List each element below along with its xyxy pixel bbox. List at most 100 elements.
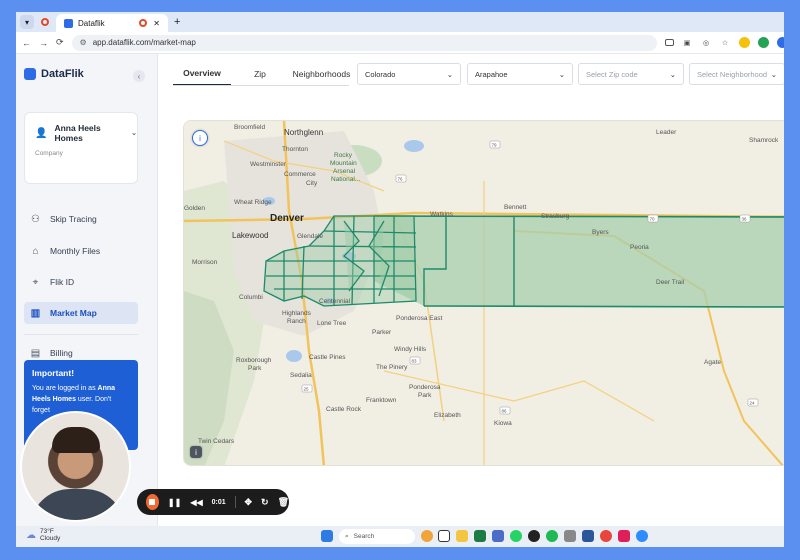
sidebar-divider [24,334,138,335]
territory-area [374,216,784,307]
label-lone-tree: Lone Tree [317,320,347,327]
chrome-icon[interactable] [600,530,612,542]
settings-icon[interactable] [564,530,576,542]
chevron-down-icon: ⌄ [770,69,777,79]
sidebar-item-monthly-files[interactable]: ⌂ Monthly Files [24,240,138,262]
whatsapp-icon[interactable] [510,530,522,542]
webcam-bubble[interactable] [20,411,131,522]
tab-dataflik[interactable]: Dataflik ✕ [56,14,168,32]
zip-select[interactable]: Select Zip code ⌄ [578,63,684,85]
sidebar-item-label: Skip Tracing [50,214,97,224]
map-info-small-button[interactable]: i [190,446,202,458]
route-label: 70 [650,217,656,222]
delete-icon[interactable]: 🗑 [278,497,289,508]
view-tabs: Overview Zip Neighborhoods [173,62,354,86]
tab-list-button[interactable]: ▾ [20,15,34,29]
rewind-icon[interactable]: ◀◀ [190,498,202,507]
label-broomfield: Broomfield [234,124,265,131]
neighborhood-select[interactable]: Select Neighborhood ⌄ [689,63,784,85]
temperature: 73°F [40,528,54,535]
pause-icon[interactable]: ❚❚ [168,498,181,507]
restart-icon[interactable]: ↻ [261,497,269,508]
task-view-icon[interactable] [438,530,450,542]
account-name: Anna Heels Homes [54,123,101,143]
reload-icon[interactable]: ⟳ [56,37,64,48]
brand-name: DataFlik [41,68,84,80]
dataflik-favicon [64,18,73,28]
windows-start-icon[interactable] [321,530,333,542]
collapse-sidebar-button[interactable]: ‹ [133,70,145,82]
map-canvas[interactable]: Broomfield Northglenn Thornton Westminst… [184,121,784,466]
label-mountain: Mountain [330,160,357,167]
cast-icon[interactable] [664,39,674,46]
label-arsenal: Arsenal [333,168,356,175]
county-value: Arapahoe [475,69,508,79]
widgets-icon[interactable] [421,530,433,542]
users-icon: ⚇ [31,213,40,225]
label-ponderosa-park: Park [418,392,432,399]
brand-logo[interactable]: DataFlik [24,68,84,80]
label-deer-trail: Deer Trail [656,279,685,286]
label-leader: Leader [656,129,677,136]
word-icon[interactable] [582,530,594,542]
label-ponderosa-east: Ponderosa East [396,315,442,322]
screenshot-icon[interactable]: ▣ [682,37,693,48]
site-info-icon[interactable]: ⚙ [80,38,87,47]
file-explorer-icon[interactable] [456,530,468,542]
label-peoria: Peoria [630,244,649,251]
bookmark-star-icon[interactable]: ☆ [720,37,731,48]
sidebar-item-skip-tracing[interactable]: ⚇ Skip Tracing [24,208,138,230]
sidebar-item-flik-id[interactable]: ⌖ Flik ID [24,271,138,293]
sidebar-item-market-map[interactable]: ▥ Market Map [24,302,138,324]
label-bennett: Bennett [504,204,527,211]
chevron-down-icon: ⌄ [558,69,565,79]
lake [286,350,302,362]
tab-close-icon[interactable]: ✕ [153,19,160,28]
excel-icon[interactable] [474,530,486,542]
slack-icon[interactable] [618,530,630,542]
notice-text: You are logged in as [32,385,96,392]
account-selector[interactable]: 👤 Anna Heels Homes ⌄ [35,123,137,143]
phone-link-icon[interactable] [492,530,504,542]
stop-recording-button[interactable] [146,494,159,510]
separator [234,496,236,508]
drag-handle-icon[interactable]: ✥ [244,497,252,508]
label-centennial: Centennial [319,298,351,305]
webcam-person [52,427,100,453]
forward-icon[interactable]: → [39,38,48,48]
back-icon[interactable]: ← [22,38,31,48]
url-field[interactable]: ⚙ app.dataflik.com/market-map [71,34,657,51]
address-bar-row: ← → ⟳ ⚙ app.dataflik.com/market-map ▣ ◎ … [16,32,784,54]
sidebar-item-label: Flik ID [50,277,75,287]
account-card[interactable]: 👤 Anna Heels Homes ⌄ Company [24,112,138,184]
tab-title: Dataflik [78,18,105,28]
ext-shield-icon[interactable] [776,37,784,48]
label-elizabeth: Elizabeth [434,412,461,419]
app-dark-icon[interactable] [528,530,540,542]
tab-zip[interactable]: Zip [231,62,289,86]
ext-green-icon[interactable] [757,37,769,48]
id-icon: ⌖ [32,276,39,288]
weather-condition: Cloudy [40,535,61,542]
user-icon: 👤 [35,127,48,139]
county-select[interactable]: Arapahoe ⌄ [467,63,573,85]
home-icon: ⌂ [32,245,39,257]
zoom-icon[interactable] [636,530,648,542]
tab-overview[interactable]: Overview [173,62,231,86]
info-button[interactable]: i [192,130,208,146]
state-select[interactable]: Colorado ⌄ [357,63,461,85]
recording-tab[interactable] [38,15,52,29]
tab-neighborhoods[interactable]: Neighborhoods [289,62,354,86]
taskbar-search[interactable]: ⌕ Search [339,529,415,544]
label-twin-cedars: Twin Cedars [198,438,235,445]
sidebar-item-label: Billing [50,348,73,358]
label-national: National... [331,176,360,183]
label-lakewood: Lakewood [232,231,268,240]
hide-icon[interactable]: ◎ [701,37,712,48]
weather-widget[interactable]: ☁ 73°F Cloudy [26,528,60,542]
ext-yellow-icon[interactable] [738,37,750,48]
label-strasburg: Strasburg [541,213,570,220]
new-tab-button[interactable]: + [174,16,180,28]
market-map[interactable]: Broomfield Northglenn Thornton Westminst… [183,120,784,466]
spotify-icon[interactable] [546,530,558,542]
